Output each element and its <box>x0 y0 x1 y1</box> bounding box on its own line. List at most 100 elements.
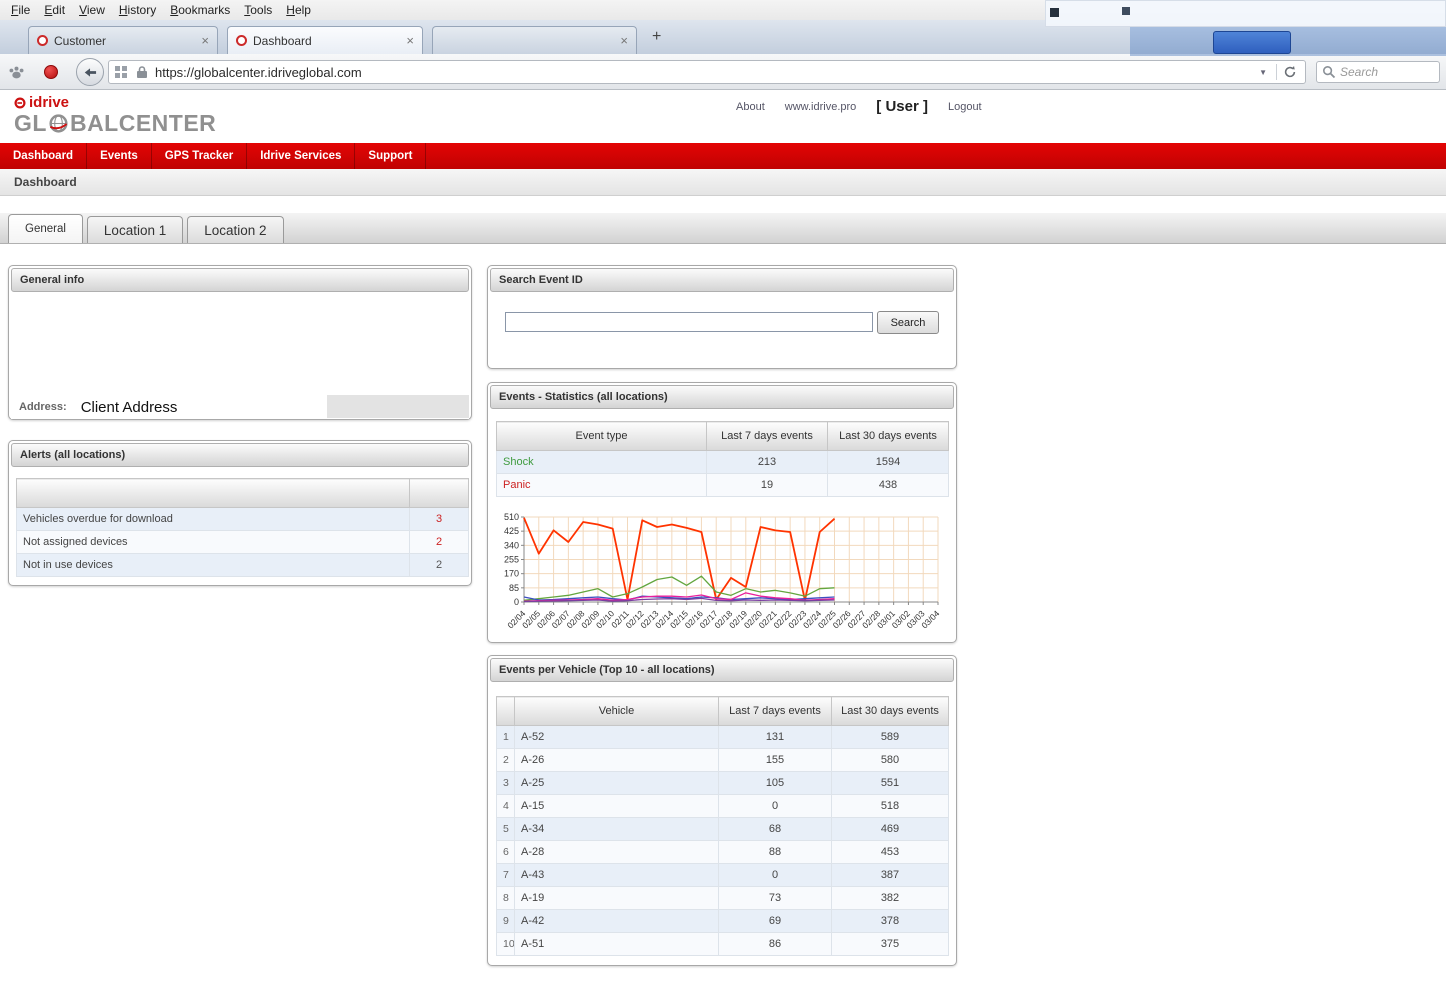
rank-cell: 3 <box>497 772 515 795</box>
nav-idrive-services[interactable]: Idrive Services <box>247 143 355 169</box>
browser-search[interactable] <box>1316 61 1440 83</box>
browser-search-input[interactable] <box>1340 65 1434 79</box>
stats-header-event-type: Event type <box>497 422 707 451</box>
address-field[interactable] <box>327 395 469 418</box>
address-row: Address: Client Address <box>11 395 469 419</box>
last7-cell: 69 <box>719 910 832 933</box>
svg-text:255: 255 <box>504 555 519 565</box>
back-arrow-icon <box>83 66 98 79</box>
tab-close-icon[interactable]: × <box>406 34 414 47</box>
vehicle-cell: A-43 <box>515 864 719 887</box>
nav-events[interactable]: Events <box>87 143 152 169</box>
paw-extension-icon[interactable] <box>8 64 25 85</box>
header-link-user[interactable]: [ User ] <box>876 98 928 115</box>
alert-row: Vehicles overdue for download3 <box>17 508 469 531</box>
search-icon <box>1322 65 1336 79</box>
new-tab-button[interactable]: + <box>652 28 661 46</box>
event-id-input[interactable] <box>505 312 873 332</box>
menu-file[interactable]: File <box>4 1 37 19</box>
menu-history[interactable]: History <box>112 1 163 19</box>
svg-text:170: 170 <box>504 569 519 579</box>
record-icon[interactable] <box>44 65 58 79</box>
events-per-vehicle-table: VehicleLast 7 days eventsLast 30 days ev… <box>496 696 949 956</box>
nav-gps-tracker[interactable]: GPS Tracker <box>152 143 247 169</box>
last7-cell: 0 <box>719 795 832 818</box>
tabs-container: Customer×Dashboard×× <box>28 26 637 54</box>
header-link-logout[interactable]: Logout <box>948 101 982 113</box>
url-text[interactable]: https://globalcenter.idriveglobal.com <box>155 65 1254 80</box>
menu-tools[interactable]: Tools <box>237 1 279 19</box>
tab-bar: Customer×Dashboard×× + <box>0 20 1446 54</box>
stats-header-last-7-days-events: Last 7 days events <box>707 422 828 451</box>
reload-icon[interactable] <box>1281 65 1299 79</box>
site-favicon <box>236 35 247 46</box>
alert-row: Not in use devices2 <box>17 554 469 577</box>
vehicle-row: 1A-52131589 <box>497 726 949 749</box>
page-tab-general[interactable]: General <box>8 214 83 243</box>
browser-tab-3[interactable]: × <box>432 26 637 54</box>
general-info-title: General info <box>11 268 469 292</box>
svg-text:85: 85 <box>509 583 519 593</box>
vehicle-row: 4A-150518 <box>497 795 949 818</box>
last30-cell: 375 <box>832 933 949 956</box>
alerts-title: Alerts (all locations) <box>11 443 469 467</box>
tab-close-icon[interactable]: × <box>201 34 209 47</box>
globe-icon <box>48 113 69 134</box>
navigation-toolbar: https://globalcenter.idriveglobal.com ▼ <box>0 54 1446 90</box>
events-statistics-panel: Events - Statistics (all locations) Even… <box>487 382 957 643</box>
last30-cell: 438 <box>828 474 949 497</box>
vehicle-row: 3A-25105551 <box>497 772 949 795</box>
last7-cell: 213 <box>707 451 828 474</box>
last30-cell: 453 <box>832 841 949 864</box>
rank-cell: 7 <box>497 864 515 887</box>
stats-header-last-30-days-events: Last 30 days events <box>828 422 949 451</box>
page-tabs: GeneralLocation 1Location 2 <box>0 213 1446 244</box>
menu-help[interactable]: Help <box>279 1 318 19</box>
menu-view[interactable]: View <box>72 1 112 19</box>
browser-tab-2[interactable]: Dashboard× <box>227 26 423 54</box>
page-tab-location-2[interactable]: Location 2 <box>187 216 283 243</box>
menu-edit[interactable]: Edit <box>37 1 72 19</box>
header-link-about[interactable]: About <box>736 101 765 113</box>
last30-cell: 1594 <box>828 451 949 474</box>
nav-support[interactable]: Support <box>355 143 426 169</box>
browser-tab-1[interactable]: Customer× <box>28 26 218 54</box>
events-statistics-table: Event typeLast 7 days eventsLast 30 days… <box>496 421 949 497</box>
alert-row: Not assigned devices2 <box>17 531 469 554</box>
rank-cell: 8 <box>497 887 515 910</box>
page-tab-location-1[interactable]: Location 1 <box>87 216 183 243</box>
vehicles-header-vehicle: Vehicle <box>515 697 719 726</box>
url-dropdown-icon[interactable]: ▼ <box>1254 68 1272 77</box>
vehicle-cell: A-52 <box>515 726 719 749</box>
events-per-vehicle-panel: Events per Vehicle (Top 10 - all locatio… <box>487 655 957 966</box>
url-bar[interactable]: https://globalcenter.idriveglobal.com ▼ <box>108 60 1306 84</box>
last30-cell: 378 <box>832 910 949 933</box>
rank-cell: 6 <box>497 841 515 864</box>
search-button[interactable]: Search <box>877 311 939 334</box>
alert-value-cell: 2 <box>410 531 469 554</box>
menu-bookmarks[interactable]: Bookmarks <box>163 1 237 19</box>
last7-cell: 105 <box>719 772 832 795</box>
site-header: idrive GL BALCENTER About www.idrive.pro [… <box>0 90 1446 143</box>
rank-cell: 1 <box>497 726 515 749</box>
vehicle-cell: A-42 <box>515 910 719 933</box>
vehicle-row: 6A-2888453 <box>497 841 949 864</box>
address-label: Address: <box>19 401 67 413</box>
last30-cell: 551 <box>832 772 949 795</box>
event-type-cell: Panic <box>497 474 707 497</box>
idrive-ring-icon <box>14 97 26 109</box>
nav-dashboard[interactable]: Dashboard <box>0 143 87 169</box>
alert-label-cell: Not assigned devices <box>17 531 410 554</box>
header-link-www-idrive-pro[interactable]: www.idrive.pro <box>785 101 857 113</box>
last30-cell: 580 <box>832 749 949 772</box>
address-value: Client Address <box>81 399 178 416</box>
alert-label-cell: Vehicles overdue for download <box>17 508 410 531</box>
last30-cell: 382 <box>832 887 949 910</box>
events-chart: 08517025534042551002/0402/0502/0602/0702… <box>494 511 950 643</box>
tab-close-icon[interactable]: × <box>620 34 628 47</box>
logo-gl-text: GL <box>14 111 47 135</box>
logo-center-text: BALCENTER <box>70 111 216 135</box>
back-button[interactable] <box>76 58 104 86</box>
stats-row: Panic19438 <box>497 474 949 497</box>
logo[interactable]: idrive GL BALCENTER <box>14 95 216 135</box>
